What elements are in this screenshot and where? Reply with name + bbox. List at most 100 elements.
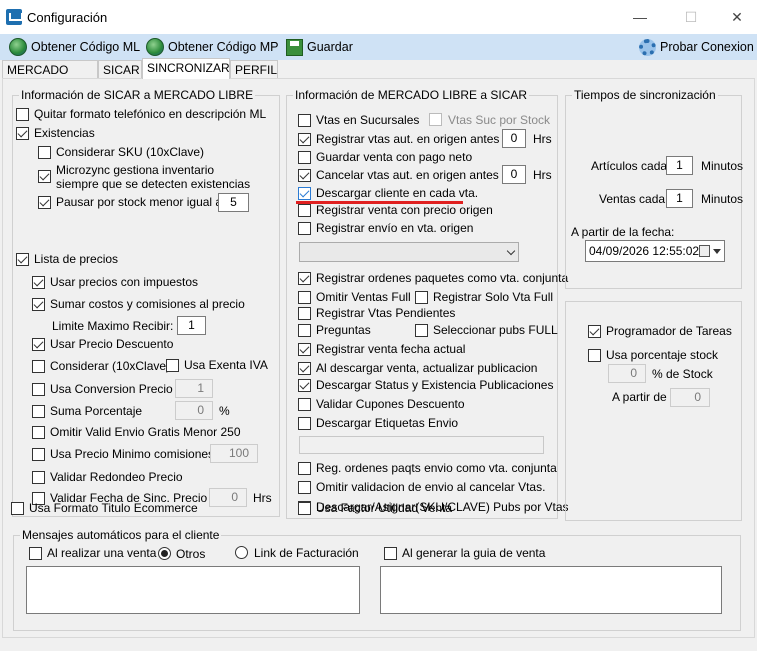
fecha-sinc-input[interactable]: 0 <box>209 488 247 507</box>
vtas-suc-stock-checkbox[interactable] <box>429 113 442 126</box>
pausar-checkbox[interactable] <box>38 196 51 209</box>
ventas-input[interactable]: 1 <box>666 189 693 208</box>
guardar-pago-checkbox[interactable] <box>298 151 311 164</box>
precio-minimo-input[interactable]: 100 <box>210 444 258 463</box>
registrar-vtas-checkbox[interactable] <box>298 133 311 146</box>
articulos-input[interactable]: 1 <box>666 156 693 175</box>
paquetes-label: Registrar ordenes paquetes como vta. con… <box>316 271 569 285</box>
registrar-vtas-label: Registrar vtas aut. en origen antes de: <box>316 132 520 146</box>
programador-label: Programador de Tareas <box>606 324 732 338</box>
tab-sicar[interactable]: SICAR <box>98 60 142 78</box>
cancelar-hrs-label: Hrs <box>533 168 552 182</box>
suma-porcentaje-checkbox[interactable] <box>32 405 45 418</box>
cancelar-vtas-input[interactable]: 0 <box>502 165 526 184</box>
desde-label: A partir de la fecha: <box>571 225 675 239</box>
otros-radio[interactable] <box>158 547 171 560</box>
considerar-10x-label: Considerar (10xClave) <box>50 359 171 373</box>
descargar-cliente-checkbox[interactable] <box>298 187 311 200</box>
factor-utilidad-label: Usa Factor Utilidad Venta <box>316 501 453 515</box>
get-mp-code-label: Obtener Código MP <box>168 40 279 54</box>
get-ml-code-button[interactable]: Obtener Código ML <box>9 37 140 57</box>
save-button[interactable]: Guardar <box>286 37 353 57</box>
mensaje-guia-textarea[interactable] <box>380 566 722 614</box>
minimize-button[interactable]: — <box>626 4 654 30</box>
tab-mercado-libre[interactable]: MERCADO LIBRE <box>2 60 98 91</box>
factor-utilidad-checkbox[interactable] <box>298 502 311 515</box>
lista-precios-checkbox[interactable] <box>16 253 29 266</box>
actualizar-publicacion-checkbox[interactable] <box>298 362 311 375</box>
omitir-validacion-checkbox[interactable] <box>298 481 311 494</box>
articulos-label: Artículos cada <box>591 159 668 173</box>
considerar-10x-checkbox[interactable] <box>32 360 45 373</box>
registrar-vtas-input[interactable]: 0 <box>502 129 526 148</box>
porcentaje-input[interactable]: 0 <box>608 364 646 383</box>
precio-origen-checkbox[interactable] <box>298 204 311 217</box>
tab-perfil[interactable]: PERFIL <box>230 60 278 78</box>
pubs-full-checkbox[interactable] <box>415 324 428 337</box>
globe-icon <box>9 38 27 56</box>
tab-sincronizar[interactable]: SINCRONIZAR <box>142 58 230 79</box>
programador-checkbox[interactable] <box>588 325 601 338</box>
sumar-costos-checkbox[interactable] <box>32 298 45 311</box>
considerar-sku-checkbox[interactable] <box>38 146 51 159</box>
a-partir-input[interactable]: 0 <box>670 388 710 407</box>
microzync-checkbox[interactable] <box>38 170 51 183</box>
conversion-input[interactable]: 1 <box>175 379 213 398</box>
preguntas-checkbox[interactable] <box>298 324 311 337</box>
vtas-sucursales-checkbox[interactable] <box>298 114 311 127</box>
vtas-pendientes-label: Registrar Vtas Pendientes <box>316 306 456 320</box>
chevron-down-icon <box>506 246 516 256</box>
vtas-pendientes-checkbox[interactable] <box>298 307 311 320</box>
envio-origen-checkbox[interactable] <box>298 222 311 235</box>
solo-vta-full-label: Registrar Solo Vta Full <box>433 290 554 304</box>
paquetes-checkbox[interactable] <box>298 272 311 285</box>
al-realizar-venta-checkbox[interactable] <box>29 547 42 560</box>
cupones-checkbox[interactable] <box>298 398 311 411</box>
formato-titulo-checkbox[interactable] <box>11 502 24 515</box>
redondeo-checkbox[interactable] <box>32 471 45 484</box>
solo-vta-full-checkbox[interactable] <box>415 291 428 304</box>
limite-input[interactable]: 1 <box>177 316 206 335</box>
omitir-full-checkbox[interactable] <box>298 291 311 304</box>
fecha-picker[interactable]: 04/09/2026 12:55:02 <box>585 240 725 262</box>
porcentaje-stock-checkbox[interactable] <box>588 349 601 362</box>
link-facturacion-radio[interactable] <box>235 546 248 559</box>
status-existencia-checkbox[interactable] <box>298 379 311 392</box>
link-facturacion-label: Link de Facturación <box>254 546 359 560</box>
quitar-formato-checkbox[interactable] <box>16 108 29 121</box>
exenta-iva-label: Usa Exenta IVA <box>184 358 268 372</box>
impuestos-checkbox[interactable] <box>32 276 45 289</box>
envio-origen-label: Registrar envío en vta. origen <box>316 221 474 235</box>
ventas-minutos-label: Minutos <box>701 192 744 206</box>
conversion-checkbox[interactable] <box>32 383 45 396</box>
reg-paqts-checkbox[interactable] <box>298 462 311 475</box>
dropdown-arrow-icon <box>713 249 721 254</box>
existencias-checkbox[interactable] <box>16 127 29 140</box>
etiquetas-checkbox[interactable] <box>298 417 311 430</box>
precio-minimo-checkbox[interactable] <box>32 448 45 461</box>
test-connection-button[interactable]: Probar Conexion <box>639 37 754 57</box>
maximize-button[interactable]: ☐ <box>677 4 705 30</box>
omitir-envio-checkbox[interactable] <box>32 426 45 439</box>
al-generar-guia-checkbox[interactable] <box>384 547 397 560</box>
sicar-to-ml-group: Información de SICAR a MERCADO LIBRE Qui… <box>12 88 280 517</box>
precio-descuento-checkbox[interactable] <box>32 338 45 351</box>
etiquetas-path-input[interactable] <box>299 436 544 454</box>
pausar-stock-input[interactable]: 5 <box>218 193 249 212</box>
get-mp-code-button[interactable]: Obtener Código MP <box>146 37 278 57</box>
microzync-label-line2: siempre que se detecten existencias <box>56 177 251 191</box>
exenta-iva-checkbox[interactable] <box>166 359 179 372</box>
fecha-actual-checkbox[interactable] <box>298 343 311 356</box>
suma-porcentaje-input[interactable]: 0 <box>175 401 213 420</box>
a-partir-label: A partir de <box>612 390 667 404</box>
sicar-to-ml-legend: Información de SICAR a MERCADO LIBRE <box>19 88 256 102</box>
cancelar-vtas-checkbox[interactable] <box>298 169 311 182</box>
envio-product-select[interactable] <box>299 242 519 262</box>
reg-paqts-label: Reg. ordenes paqts envio como vta. conju… <box>316 461 557 475</box>
toolbar: Obtener Código ML Obtener Código MP Guar… <box>0 34 757 60</box>
precio-descuento-label: Usar Precio Descuento <box>50 337 174 351</box>
cancelar-vtas-label: Cancelar vtas aut. en origen antes de: <box>316 168 519 182</box>
precio-origen-label: Registrar venta con precio origen <box>316 203 493 217</box>
mensaje-venta-textarea[interactable] <box>26 566 360 614</box>
close-button[interactable]: ✕ <box>723 4 751 30</box>
